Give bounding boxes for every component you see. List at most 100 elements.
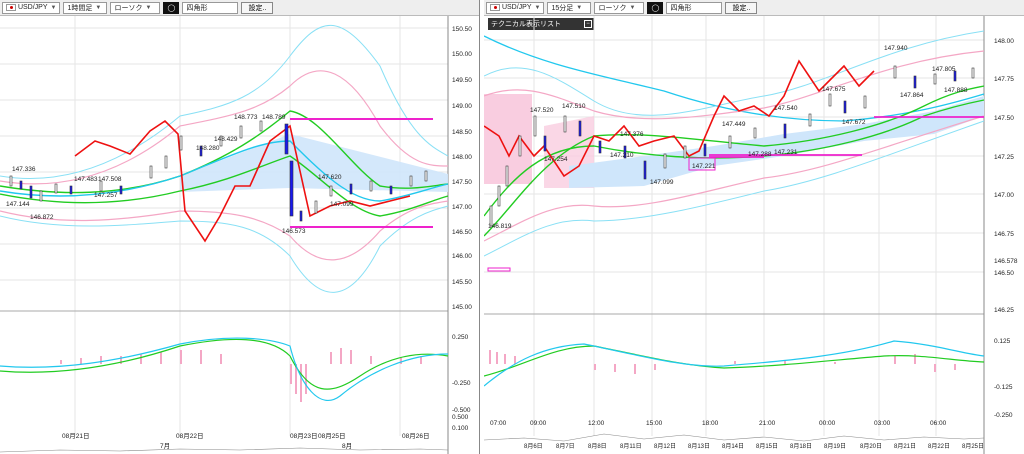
right-price-label: 147.288 [748, 151, 772, 158]
japan-flag-icon [490, 4, 500, 11]
left-macd-axis-label: -0.250 [452, 380, 471, 387]
chevron-down-icon: ▼ [50, 4, 57, 11]
left-axis-label: 145.50 [452, 279, 472, 286]
right-axis-label: 146.578 [994, 258, 1018, 265]
left-time-label: 08月26日 [402, 432, 429, 440]
chevron-down-icon: ▼ [629, 4, 636, 11]
right-time-label: 07:00 [490, 420, 507, 427]
right-date-label: 8月11日 [620, 443, 642, 450]
right-price-label: 147.675 [822, 86, 846, 93]
left-axis-label: 150.00 [452, 51, 472, 58]
left-price-label: 147.257 [94, 192, 118, 199]
right-macd-axis-label: -0.125 [994, 384, 1013, 391]
chevron-down-icon: ▼ [145, 4, 152, 11]
left-axis-label: 146.00 [452, 253, 472, 260]
right-price-label: 147.940 [884, 45, 908, 52]
right-settings-label: 設定.. [732, 4, 751, 12]
left-timeframe-select[interactable]: 1時間足 ▼ [63, 1, 108, 14]
left-price-label: 147.620 [318, 174, 342, 181]
right-time-label: 00:00 [819, 420, 836, 427]
japan-flag-icon [6, 4, 16, 11]
left-toolbar: USD/JPY ▼ 1時間足 ▼ ローソク ▼ ◯ 四角形 設定.. [0, 0, 479, 16]
right-axis-label: 146.50 [994, 270, 1014, 277]
left-symbol-label: USD/JPY [17, 4, 48, 11]
left-settings-button[interactable]: 設定.. [241, 1, 274, 14]
right-time-label: 09:00 [530, 420, 547, 427]
right-date-label: 8月22日 [928, 443, 950, 450]
right-date-label: 8月25日 [962, 443, 984, 450]
right-date-label: 8月19日 [824, 443, 846, 450]
right-price-label: 147.510 [562, 103, 586, 110]
left-macd-axis-label: 0.100 [452, 425, 469, 432]
right-charttype-select[interactable]: ローソク ▼ [594, 1, 645, 14]
left-price-label: 146.872 [30, 214, 54, 221]
left-price-label: 146.573 [282, 228, 306, 235]
right-price-label: 147.231 [774, 149, 798, 156]
right-date-label: 8月8日 [588, 443, 607, 450]
right-price-label: 147.805 [932, 66, 956, 73]
right-price-label: 147.099 [650, 179, 674, 186]
right-price-label: 147.888 [944, 87, 968, 94]
left-color-button[interactable]: ◯ [163, 1, 180, 14]
left-charttype-select[interactable]: ローソク ▼ [110, 1, 161, 14]
right-chart-pane[interactable]: USD/JPY ▼ 15分足 ▼ ローソク ▼ ◯ 四角形 設定.. テクニカル表示リ… [484, 0, 1024, 454]
left-month-label: 8月 [342, 442, 352, 450]
right-date-label: 8月20日 [860, 443, 882, 450]
right-macd-axis-label: 0.125 [994, 338, 1011, 345]
right-symbol-select[interactable]: USD/JPY ▼ [486, 1, 545, 14]
chevron-down-icon: ▼ [534, 4, 541, 11]
right-price-label: 146.819 [488, 223, 512, 230]
left-symbol-select[interactable]: USD/JPY ▼ [2, 1, 61, 14]
left-axis-label: 145.00 [452, 304, 472, 311]
left-time-label: 08月25日 [318, 432, 345, 440]
right-time-label: 15:00 [646, 420, 663, 427]
right-price-label: 147.210 [610, 152, 634, 159]
right-timeframe-select[interactable]: 15分足 ▼ [547, 1, 592, 14]
left-macd-axis-label: 0.250 [452, 334, 469, 341]
right-charttype-label: ローソク [598, 4, 627, 12]
right-axis-label: 147.50 [994, 115, 1014, 122]
right-price-label: 147.449 [722, 121, 746, 128]
right-date-label: 8月12日 [654, 443, 676, 450]
right-axis-label: 147.75 [994, 76, 1014, 83]
right-axis-label: 146.25 [994, 307, 1014, 314]
left-macd-axis-label: 0.500 [452, 414, 469, 421]
right-price-label: 147.254 [544, 156, 568, 163]
right-axis-label: 147.00 [994, 192, 1014, 199]
right-axis-label: 146.75 [994, 231, 1014, 238]
right-date-label: 8月15日 [756, 443, 778, 450]
left-axis-label: 150.50 [452, 26, 472, 33]
left-axis-label: 149.50 [452, 77, 472, 84]
right-toolbar: USD/JPY ▼ 15分足 ▼ ローソク ▼ ◯ 四角形 設定.. [484, 0, 1024, 16]
right-drawing-tool-select[interactable]: 四角形 [666, 1, 723, 14]
left-axis-label: 148.50 [452, 129, 472, 136]
right-chart-canvas[interactable]: 147.520 147.510 147.254 147.376 147.210 … [484, 16, 1024, 454]
right-price-label: 147.221 [692, 163, 716, 170]
left-chart-canvas[interactable]: 147.336 147.144 146.872 147.483 147.508 … [0, 16, 480, 454]
left-price-label: 147.336 [12, 166, 36, 173]
left-chart-pane[interactable]: USD/JPY ▼ 1時間足 ▼ ローソク ▼ ◯ 四角形 設定.. 147.3… [0, 0, 480, 454]
left-price-label: 147.144 [6, 201, 30, 208]
left-axis-label: 149.00 [452, 103, 472, 110]
left-timeframe-label: 1時間足 [67, 4, 93, 12]
right-color-button[interactable]: ◯ [647, 1, 664, 14]
left-charttype-label: ローソク [114, 4, 143, 12]
right-macd-axis-label: -0.250 [994, 412, 1013, 419]
right-time-label: 12:00 [588, 420, 605, 427]
left-time-label: 08月22日 [176, 432, 203, 440]
left-time-label: 08月23日 [290, 432, 317, 440]
chevron-down-icon: ▼ [576, 4, 583, 11]
left-drawing-tool-label: 四角形 [186, 4, 208, 12]
right-date-label: 8月18日 [790, 443, 812, 450]
right-time-label: 06:00 [930, 420, 947, 427]
left-macd-axis-label: -0.500 [452, 407, 471, 414]
right-symbol-label: USD/JPY [501, 4, 532, 11]
right-settings-button[interactable]: 設定.. [725, 1, 758, 14]
left-price-label: 147.099 [330, 201, 354, 208]
right-price-label: 147.520 [530, 107, 554, 114]
right-time-label: 21:00 [759, 420, 776, 427]
right-date-label: 8月13日 [688, 443, 710, 450]
left-price-label: 148.773 [234, 114, 258, 121]
left-axis-label: 147.00 [452, 204, 472, 211]
left-drawing-tool-select[interactable]: 四角形 [182, 1, 239, 14]
